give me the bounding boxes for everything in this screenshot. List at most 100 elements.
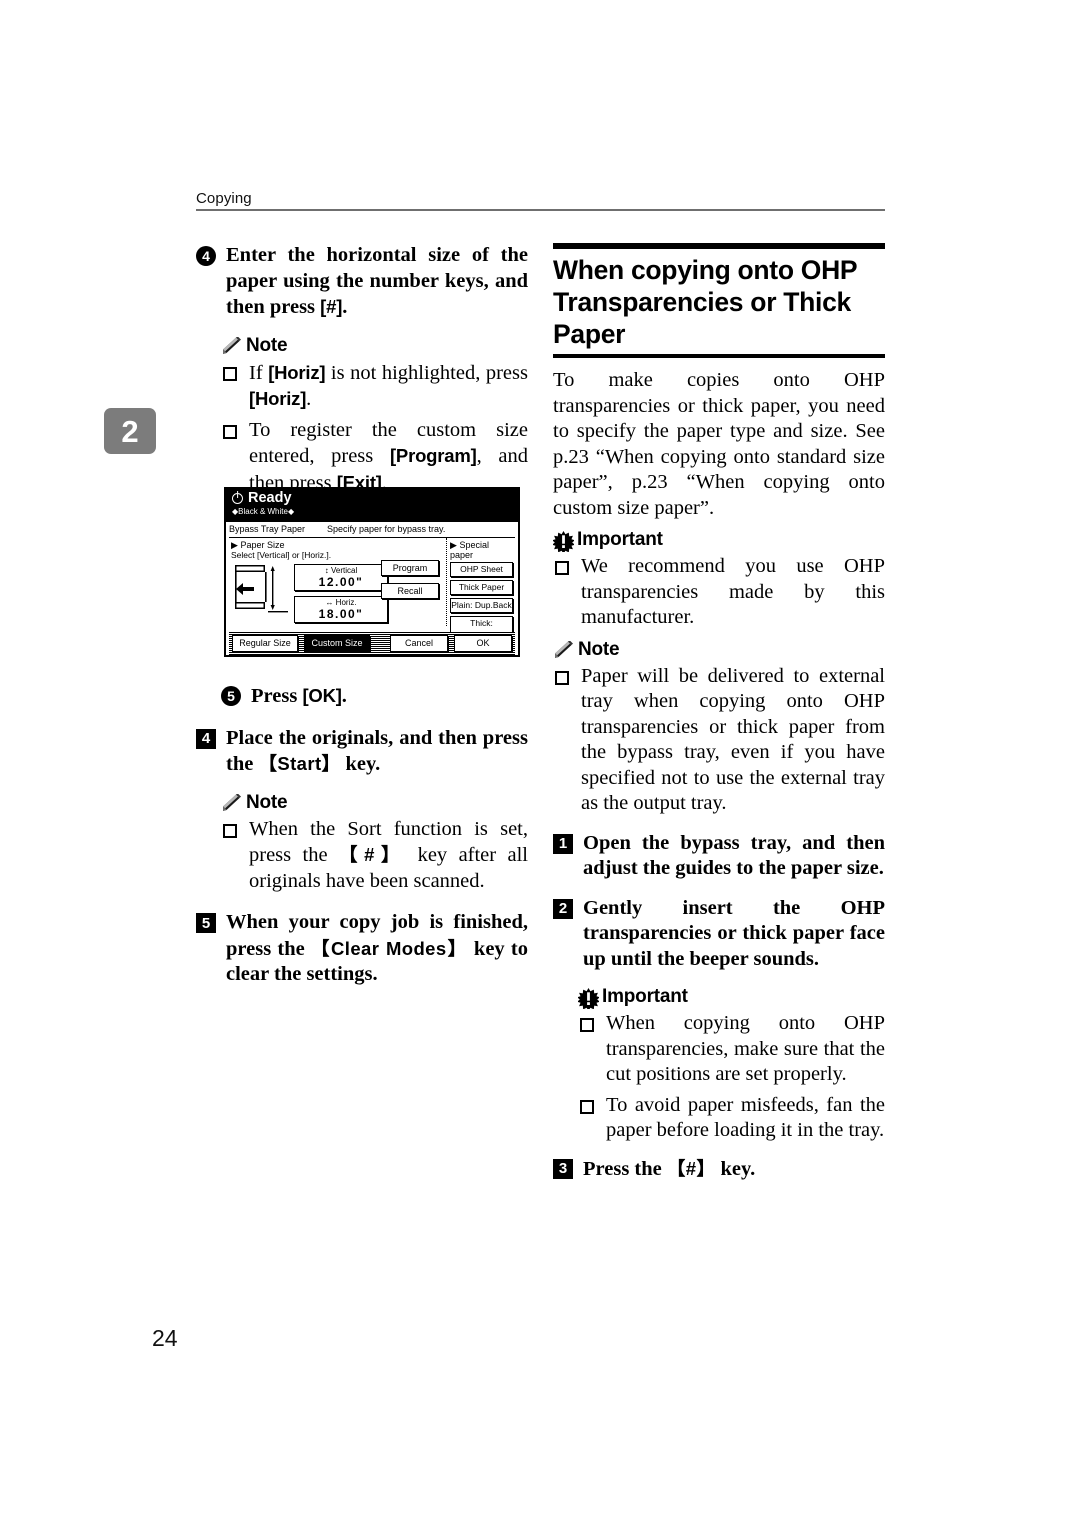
document-page: Copying 2 4 Enter the horizontal size of… bbox=[0, 0, 1080, 1526]
step-place-originals: 4 Place the originals, and then press th… bbox=[196, 726, 528, 778]
note-block-1: Note If [Horiz] is not highlighted, pres… bbox=[221, 335, 528, 497]
ohp-sheet-button[interactable]: OHP Sheet bbox=[450, 562, 513, 577]
step-insert-transparencies: 2 Gently insert the OHP transparencies o… bbox=[553, 896, 885, 973]
vertical-label: ↕ Vertical bbox=[295, 566, 387, 575]
key-horiz-1: [Horiz] bbox=[268, 361, 326, 383]
note-label: Note bbox=[246, 334, 288, 356]
right-column: When copying onto OHP Transparencies or … bbox=[553, 243, 885, 1196]
step-number: 1 bbox=[553, 833, 573, 854]
important-item-text: We recommend you use OHP transparencies … bbox=[581, 555, 885, 628]
important-item: When copying onto OHP transparencies, ma… bbox=[578, 1011, 885, 1088]
substep-press-ok: 5 Press [OK]. bbox=[221, 683, 528, 710]
ok-button[interactable]: OK bbox=[454, 635, 512, 652]
note-heading-right-1: Note bbox=[553, 639, 885, 661]
lcd-body: Bypass Tray Paper Specify paper for bypa… bbox=[226, 522, 518, 655]
step-text-post: key. bbox=[715, 1157, 756, 1180]
vertical-label-text: Vertical bbox=[331, 566, 358, 575]
power-icon bbox=[232, 493, 243, 504]
note-item: Paper will be delivered to external tray… bbox=[553, 664, 885, 817]
step-text-pre: Press the bbox=[583, 1157, 667, 1180]
important-item-text: When copying onto OHP transparencies, ma… bbox=[606, 1012, 885, 1085]
vertical-size-button[interactable]: ↕ Vertical 12.00" bbox=[294, 564, 388, 591]
important-label: Important bbox=[602, 986, 688, 1007]
thick-paper-button[interactable]: Thick Paper bbox=[450, 580, 513, 595]
note-heading-1: Note bbox=[221, 335, 528, 357]
note-item: If [Horiz] is not highlighted, press [Ho… bbox=[221, 360, 528, 413]
lcd-main-area: ▶ Paper Size Select [Vertical] or [Horiz… bbox=[229, 538, 515, 644]
special-paper-heading: ▶ Special paper bbox=[450, 540, 513, 560]
step-number: 3 bbox=[553, 1158, 573, 1179]
important-heading-2: Important bbox=[578, 986, 885, 1009]
lcd-panel-figure: Ready ◆Black & White◆ Bypass Tray Paper … bbox=[224, 487, 520, 657]
section-heading: When copying onto OHP Transparencies or … bbox=[553, 243, 885, 358]
pencil-icon bbox=[223, 336, 241, 354]
note-label: Note bbox=[578, 638, 620, 660]
horiz-size-button[interactable]: ↔ Horiz. 18.00" bbox=[294, 596, 388, 623]
box-bullet-icon bbox=[223, 366, 237, 381]
section-rule-bottom bbox=[553, 354, 885, 358]
substep-text: Press bbox=[251, 685, 303, 707]
section-title-line1: When copying onto OHP bbox=[553, 255, 858, 285]
important-icon bbox=[578, 988, 599, 1009]
lcd-screen-title: Bypass Tray Paper bbox=[229, 524, 306, 534]
important-label: Important bbox=[577, 529, 663, 550]
box-bullet-icon bbox=[580, 1099, 594, 1114]
key-hash: [#] bbox=[320, 296, 343, 317]
substep-text-post: . bbox=[341, 685, 347, 707]
step-press-hash-key: 3 Press the 【#】 key. bbox=[553, 1156, 885, 1183]
section-rule-top bbox=[553, 243, 885, 249]
triangle-icon: ▶ bbox=[450, 540, 457, 550]
note-item: When the Sort function is set, press the… bbox=[221, 817, 528, 895]
key-clear-modes: 【Clear Modes】 bbox=[311, 937, 468, 959]
note-item-post: . bbox=[306, 388, 312, 410]
vertical-arrow-icon: ↕ bbox=[324, 566, 329, 575]
plain-dup-back-button[interactable]: Plain: Dup.Back bbox=[450, 598, 513, 613]
chapter-tab: 2 bbox=[104, 408, 156, 454]
horiz-label-text: Horiz. bbox=[335, 598, 357, 607]
note-item: To register the custom size entered, pre… bbox=[221, 418, 528, 497]
cancel-button[interactable]: Cancel bbox=[390, 635, 448, 652]
lcd-status-bar: Ready ◆Black & White◆ bbox=[226, 489, 518, 522]
note-item-mid: is not highlighted, press bbox=[325, 361, 528, 384]
lcd-bottom-bar: Regular Size Custom Size Cancel OK bbox=[229, 632, 515, 655]
step-text-post: key. bbox=[340, 753, 381, 775]
program-button[interactable]: Program bbox=[381, 560, 439, 576]
box-bullet-icon bbox=[223, 823, 237, 838]
important-icon bbox=[553, 531, 574, 552]
note-heading-2: Note bbox=[221, 792, 528, 814]
substep-text-line1: Enter the horizontal size of the bbox=[226, 244, 528, 266]
note-label: Note bbox=[246, 791, 288, 813]
section-title: When copying onto OHP Transparencies or … bbox=[553, 254, 885, 350]
key-program: [Program] bbox=[389, 445, 477, 466]
page-number: 24 bbox=[152, 1325, 178, 1351]
chapter-number: 2 bbox=[121, 413, 139, 449]
substep-text-line4: . bbox=[342, 296, 348, 318]
important-item: We recommend you use OHP transparencies … bbox=[553, 554, 885, 631]
recall-button[interactable]: Recall bbox=[381, 583, 439, 599]
box-bullet-icon bbox=[223, 424, 237, 439]
important-block-2: Important When copying onto OHP transpar… bbox=[578, 986, 885, 1144]
important-item: To avoid paper misfeeds, fan the paper b… bbox=[578, 1093, 885, 1144]
step-text: Gently insert the OHP transparencies or … bbox=[583, 896, 885, 970]
key-ok: [OK] bbox=[302, 685, 342, 706]
header-rule bbox=[196, 209, 885, 211]
step-clear-modes: 5 When your copy job is finished, press … bbox=[196, 910, 528, 988]
horiz-value: 18.00" bbox=[318, 607, 364, 621]
key-hash: 【#】 bbox=[666, 1157, 716, 1179]
note-item-pre: If bbox=[249, 361, 269, 384]
step-number: 2 bbox=[553, 898, 573, 919]
horiz-label: ↔ Horiz. bbox=[295, 598, 387, 607]
step-number: 5 bbox=[196, 913, 216, 933]
lcd-special-paper-pane: ▶ Special paper OHP Sheet Thick Paper Pl… bbox=[447, 538, 515, 644]
lcd-status-text: Ready bbox=[248, 490, 292, 506]
note-block-2: Note When the Sort function is set, pres… bbox=[221, 792, 528, 895]
regular-size-button[interactable]: Regular Size bbox=[232, 635, 298, 652]
paper-size-sub: Select [Vertical] or [Horiz.]. bbox=[231, 550, 332, 560]
key-hash: 【#】 bbox=[338, 844, 407, 865]
lcd-color-mode: ◆Black & White◆ bbox=[232, 507, 295, 516]
note-item-text: Paper will be delivered to external tray… bbox=[581, 664, 885, 815]
substep-number: 4 bbox=[196, 246, 216, 266]
custom-size-button[interactable]: Custom Size bbox=[304, 635, 370, 652]
paper-size-heading-text: Paper Size bbox=[240, 540, 285, 550]
paper-size-heading: ▶ Paper Size bbox=[231, 540, 446, 550]
